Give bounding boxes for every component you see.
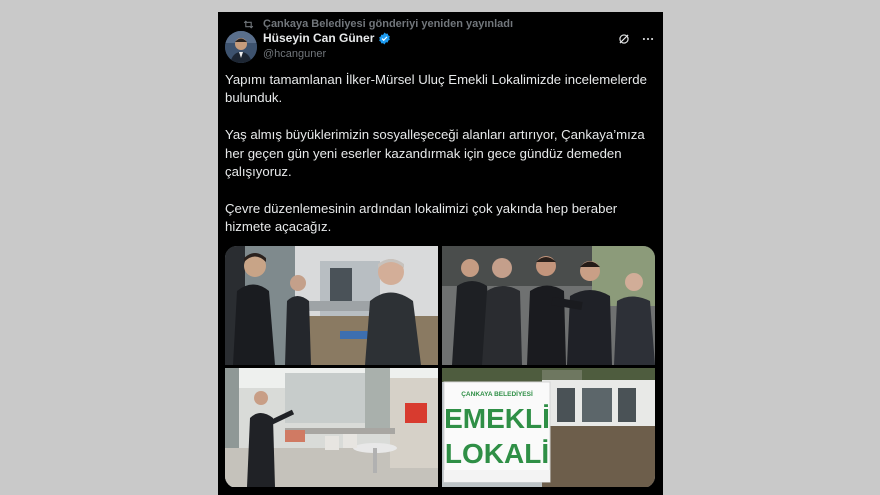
tweet-paragraph: Çevre düzenlemesinin ardından lokalimizi… [225, 200, 618, 235]
tweet-paragraph: Yapımı tamamlanan İlker-Mürsel Uluç Emek… [225, 72, 647, 106]
tweet-card[interactable]: Çankaya Belediyesi gönderiyi yeniden yay… [218, 12, 663, 495]
repost-indicator[interactable]: Çankaya Belediyesi gönderiyi yeniden yay… [242, 16, 513, 32]
photo-interior[interactable] [225, 368, 438, 487]
media-grid: ÇANKAYA BELEDİYESİ EMEKLİ LOKALİ [225, 246, 655, 488]
tweet-top-actions [617, 32, 655, 46]
photo-officials-outdoor[interactable] [225, 246, 438, 365]
sign-org-text: ÇANKAYA BELEDİYESİ [461, 390, 533, 398]
repost-icon [243, 19, 254, 29]
grok-icon[interactable] [617, 32, 631, 46]
sign-line2-text: LOKALİ [445, 438, 549, 469]
more-options-icon[interactable] [641, 32, 655, 46]
photo-emekli-lokali-sign[interactable]: ÇANKAYA BELEDİYESİ EMEKLİ LOKALİ [442, 368, 655, 487]
tweet-text: Yapımı tamamlanan İlker-Mürsel Uluç Emek… [225, 71, 655, 255]
author-name-row[interactable]: Hüseyin Can Güner [263, 31, 391, 45]
author-name[interactable]: Hüseyin Can Güner [263, 31, 374, 45]
repost-label: Çankaya Belediyesi gönderiyi yeniden yay… [263, 18, 514, 30]
author-handle[interactable]: @hcanguner [263, 48, 326, 60]
sign-line1-text: EMEKLİ [444, 403, 550, 434]
verified-badge-icon [379, 32, 391, 44]
photo-group-meeting[interactable] [442, 246, 655, 365]
tweet-paragraph: Yaş almış büyüklerimizin sosyalleşeceği … [225, 127, 645, 180]
avatar[interactable] [225, 31, 257, 63]
